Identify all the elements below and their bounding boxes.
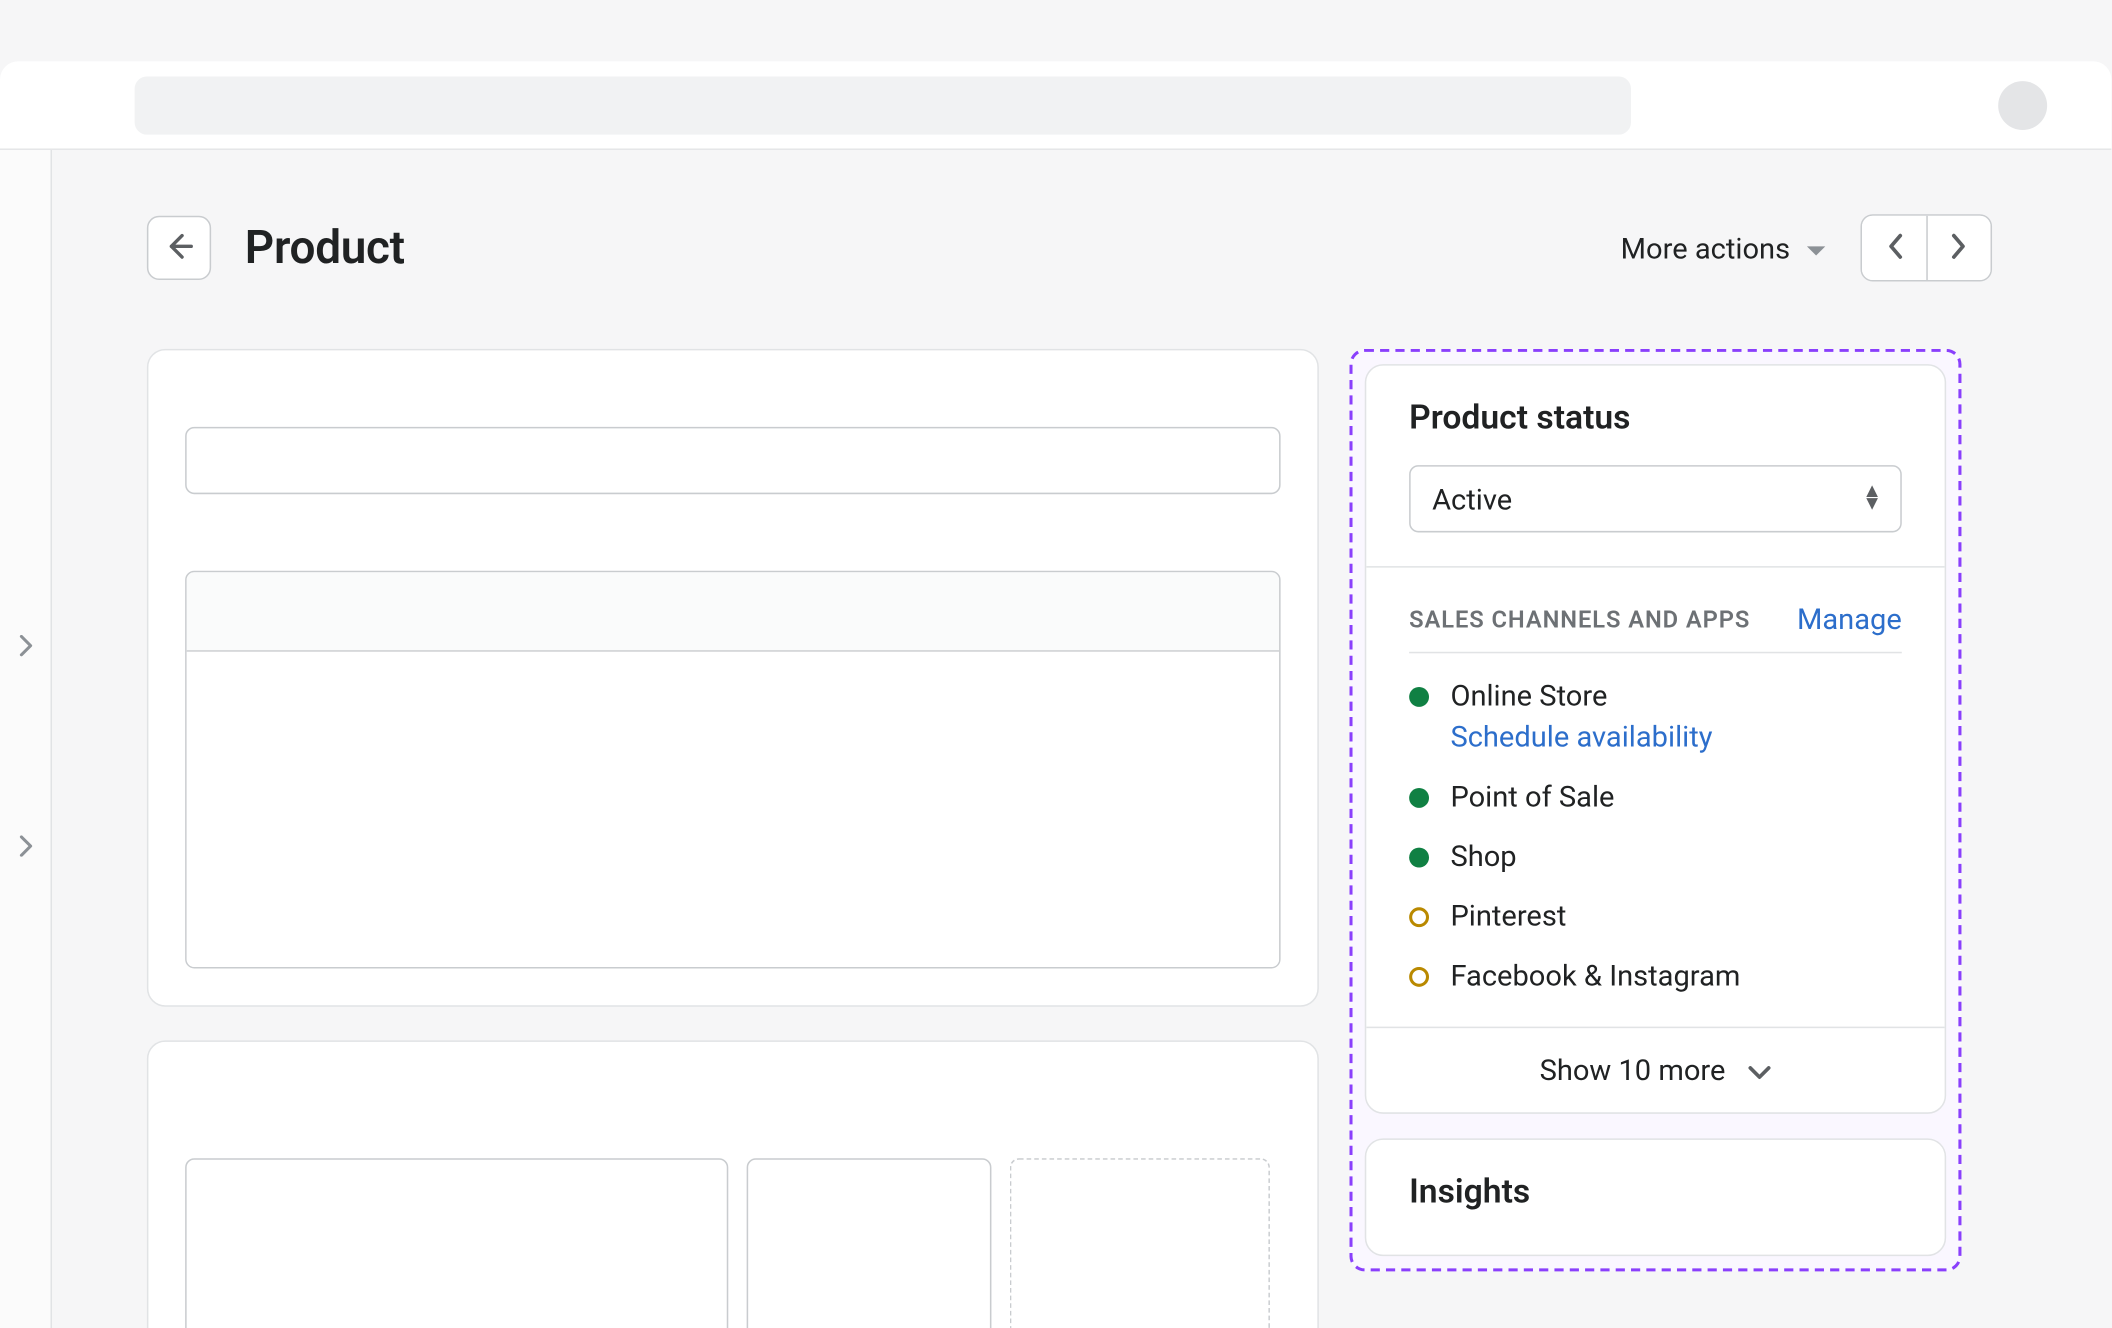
search-bar-placeholder[interactable] [135,76,1631,134]
insights-heading: Insights [1409,1174,1902,1212]
schedule-availability-link[interactable]: Schedule availability [1450,719,1712,754]
product-status-heading: Product status [1409,399,1902,437]
channel-name: Pinterest [1450,898,1566,933]
show-more-button[interactable]: Show 10 more [1366,1027,1944,1113]
back-button[interactable] [147,216,211,280]
channel-item: Pinterest [1409,898,1902,933]
channel-item: Point of Sale [1409,779,1902,814]
media-add-placeholder[interactable] [1010,1158,1270,1328]
divider [1409,652,1902,654]
outer-background [0,0,2111,61]
title-description-card [147,349,1319,1007]
more-actions-button[interactable]: More actions [1621,230,1827,265]
product-status-card: Product status Active ▲▼ SALES CHANNELS … [1365,364,1946,1114]
caret-down-icon [1805,230,1826,265]
channel-name: Shop [1450,838,1516,873]
channel-item: Shop [1409,838,1902,873]
channel-item: Online Store Schedule availability [1409,678,1902,755]
chevron-left-icon [1886,232,1903,264]
select-sort-icon: ▲▼ [1862,487,1882,511]
more-actions-label: More actions [1621,230,1790,265]
header-actions: More actions [1621,214,1992,281]
channel-name: Point of Sale [1450,779,1614,814]
editor-toolbar[interactable] [187,572,1279,652]
pager [1860,214,1992,281]
app-surface: Product More actions [0,150,2111,1328]
status-dot-active-icon [1409,687,1429,707]
main-column [147,349,1319,1328]
columns: Product status Active ▲▼ SALES CHANNELS … [147,349,1992,1328]
media-thumb[interactable] [185,1158,728,1328]
channel-name: Facebook & Instagram [1450,958,1740,993]
chevron-right-icon[interactable] [18,633,33,662]
left-rail [0,150,52,1328]
avatar[interactable] [1998,81,2047,130]
arrow-left-icon [162,229,196,267]
media-card [147,1040,1319,1328]
description-editor [185,571,1280,969]
status-dot-pending-icon [1409,907,1429,927]
show-more-label: Show 10 more [1540,1053,1726,1088]
next-button[interactable] [1926,216,1990,280]
manage-link[interactable]: Manage [1797,601,1902,636]
editor-body[interactable] [187,652,1279,967]
channels-subheading: SALES CHANNELS AND APPS [1409,605,1750,633]
channel-name: Online Store [1450,678,1712,713]
status-select-value: Active [1432,481,1512,516]
page-header: Product More actions [147,214,1992,281]
insights-card: Insights [1365,1138,1946,1256]
page-title: Product [245,221,405,275]
status-dot-active-icon [1409,848,1429,868]
side-column: Product status Active ▲▼ SALES CHANNELS … [1349,349,1961,1272]
channel-item: Facebook & Instagram [1409,958,1902,993]
prev-button[interactable] [1862,216,1926,280]
status-select[interactable]: Active ▲▼ [1409,465,1902,532]
media-thumb[interactable] [747,1158,992,1328]
status-dot-active-icon [1409,788,1429,808]
top-bar [0,61,2111,150]
title-input[interactable] [185,427,1280,494]
chevron-down-icon [1747,1053,1771,1088]
highlighted-region: Product status Active ▲▼ SALES CHANNELS … [1349,349,1961,1272]
channel-list: Online Store Schedule availability Point… [1409,678,1902,993]
chevron-right-icon [1951,232,1968,264]
chevron-right-icon[interactable] [18,834,33,863]
status-dot-pending-icon [1409,967,1429,987]
media-row [185,1158,1280,1328]
content-area: Product More actions [52,150,2111,1328]
